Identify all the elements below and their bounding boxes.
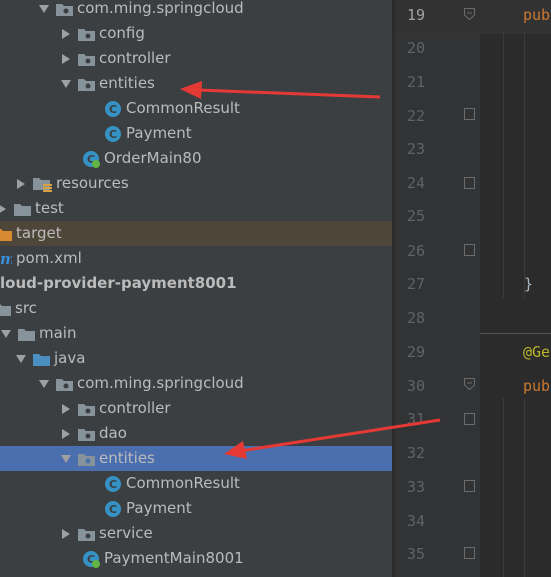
red-arrow-icon bbox=[180, 81, 381, 99]
red-arrow-icon bbox=[224, 418, 441, 459]
annotation-arrows-overlay bbox=[180, 81, 441, 459]
